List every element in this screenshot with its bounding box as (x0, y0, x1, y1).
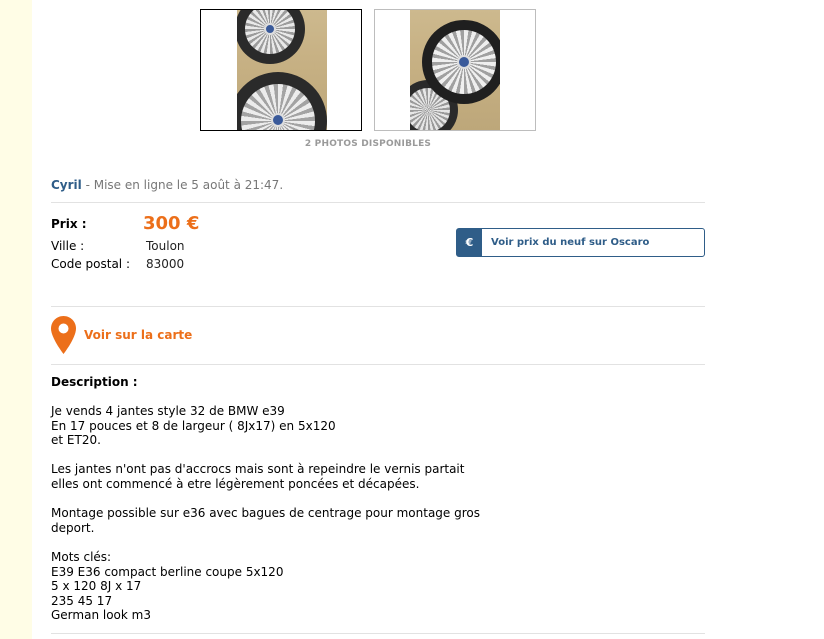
price-value: 300 € (143, 213, 200, 234)
photo-1-image (237, 10, 327, 130)
posted-date: - Mise en ligne le 5 août à 21:47. (81, 178, 284, 192)
description-paragraph: Montage possible sur e36 avec bagues de … (51, 506, 480, 535)
description-paragraph: Mots clés: E39 E36 compact berline coupe… (51, 549, 284, 623)
description-title: Description : (51, 375, 138, 389)
listing-meta: Cyril - Mise en ligne le 5 août à 21:47. (51, 178, 283, 192)
zip-label: Code postal : (51, 257, 130, 271)
photo-thumbnail-1[interactable] (200, 9, 362, 131)
divider (51, 364, 705, 365)
photo-thumbnail-2[interactable] (374, 9, 536, 131)
city-value: Toulon (146, 239, 185, 253)
zip-value: 83000 (146, 257, 185, 271)
oscaro-price-button[interactable]: € Voir prix du neuf sur Oscaro (456, 228, 705, 257)
divider (51, 202, 705, 203)
map-link-label: Voir sur la carte (84, 328, 193, 342)
description-paragraph: Je vends 4 jantes style 32 de BMW e39 En… (51, 404, 336, 448)
map-pin-icon (51, 316, 76, 354)
divider (51, 633, 705, 634)
oscaro-button-label: Voir prix du neuf sur Oscaro (491, 237, 650, 248)
divider (51, 306, 705, 307)
photos-count-label: 2 PHOTOS DISPONIBLES (304, 139, 432, 149)
city-label: Ville : (51, 239, 85, 253)
description-body: Je vends 4 jantes style 32 de BMW e39 En… (51, 404, 511, 623)
photo-2-image (410, 10, 500, 130)
price-label: Prix : (51, 217, 87, 231)
left-background-band (0, 0, 32, 639)
description-paragraph: Les jantes n'ont pas d'accrocs mais sont… (51, 462, 465, 491)
seller-name-link[interactable]: Cyril (51, 178, 82, 192)
euro-car-icon: € (457, 229, 482, 256)
map-link[interactable]: Voir sur la carte (51, 316, 192, 354)
